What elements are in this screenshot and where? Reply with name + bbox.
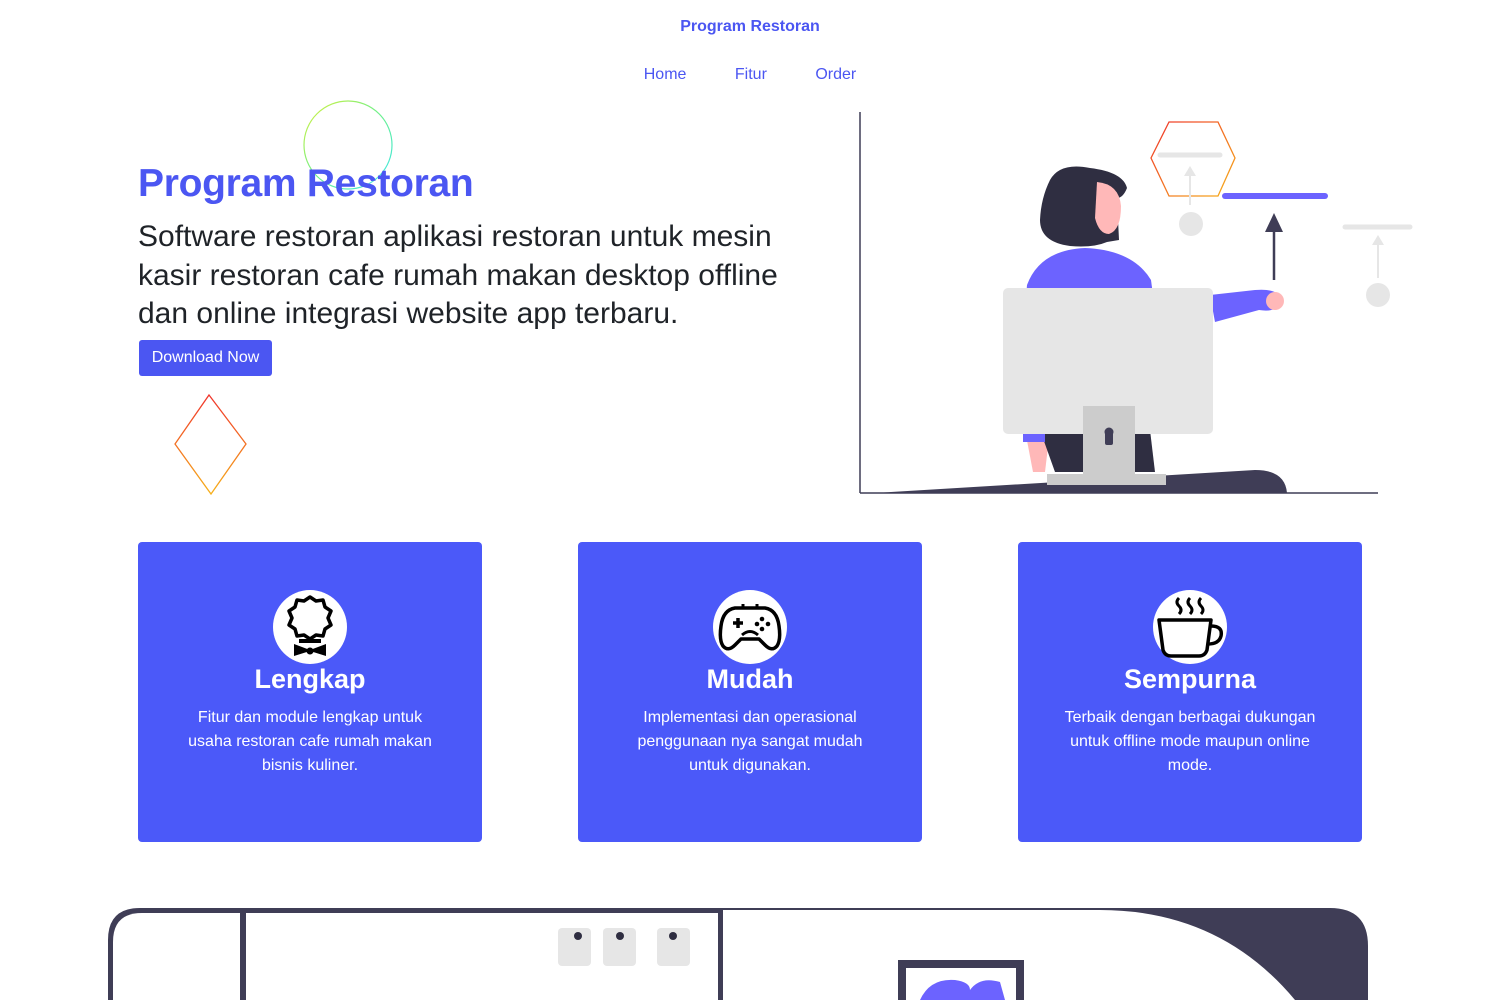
main-nav: Home Fitur Order bbox=[0, 66, 1500, 84]
nav-link-fitur[interactable]: Fitur bbox=[735, 66, 767, 84]
bottom-illustration bbox=[108, 908, 1368, 1000]
feature-title: Mudah bbox=[706, 664, 794, 694]
feature-card-sempurna: Sempurna Terbaik dengan berbagai dukunga… bbox=[1018, 542, 1362, 842]
nav-link-home[interactable]: Home bbox=[644, 66, 687, 84]
feature-card-lengkap: Lengkap Fitur dan module lengkap untuk u… bbox=[138, 542, 482, 842]
feature-card-mudah: Mudah Implementasi dan operasional pengg… bbox=[578, 542, 922, 842]
coffee-cup-icon bbox=[1153, 590, 1227, 664]
feature-title: Lengkap bbox=[254, 664, 366, 694]
feature-description: Implementasi dan operasional penggunaan … bbox=[637, 709, 863, 774]
feature-description: Fitur dan module lengkap untuk usaha res… bbox=[188, 709, 432, 774]
decorative-diamond bbox=[174, 393, 247, 496]
hero-illustration bbox=[859, 112, 1413, 494]
download-now-button[interactable]: Download Now bbox=[139, 340, 272, 376]
hero-title: Program Restoran bbox=[138, 162, 474, 205]
gamepad-icon bbox=[713, 590, 787, 664]
award-badge-icon bbox=[273, 590, 347, 664]
site-brand[interactable]: Program Restoran bbox=[0, 18, 1500, 36]
feature-description: Terbaik dengan berbagai dukungan untuk o… bbox=[1064, 709, 1316, 774]
feature-title: Sempurna bbox=[1123, 664, 1257, 694]
hero-subtitle: Software restoran aplikasi restoran untu… bbox=[138, 220, 778, 330]
nav-link-order[interactable]: Order bbox=[815, 66, 856, 84]
